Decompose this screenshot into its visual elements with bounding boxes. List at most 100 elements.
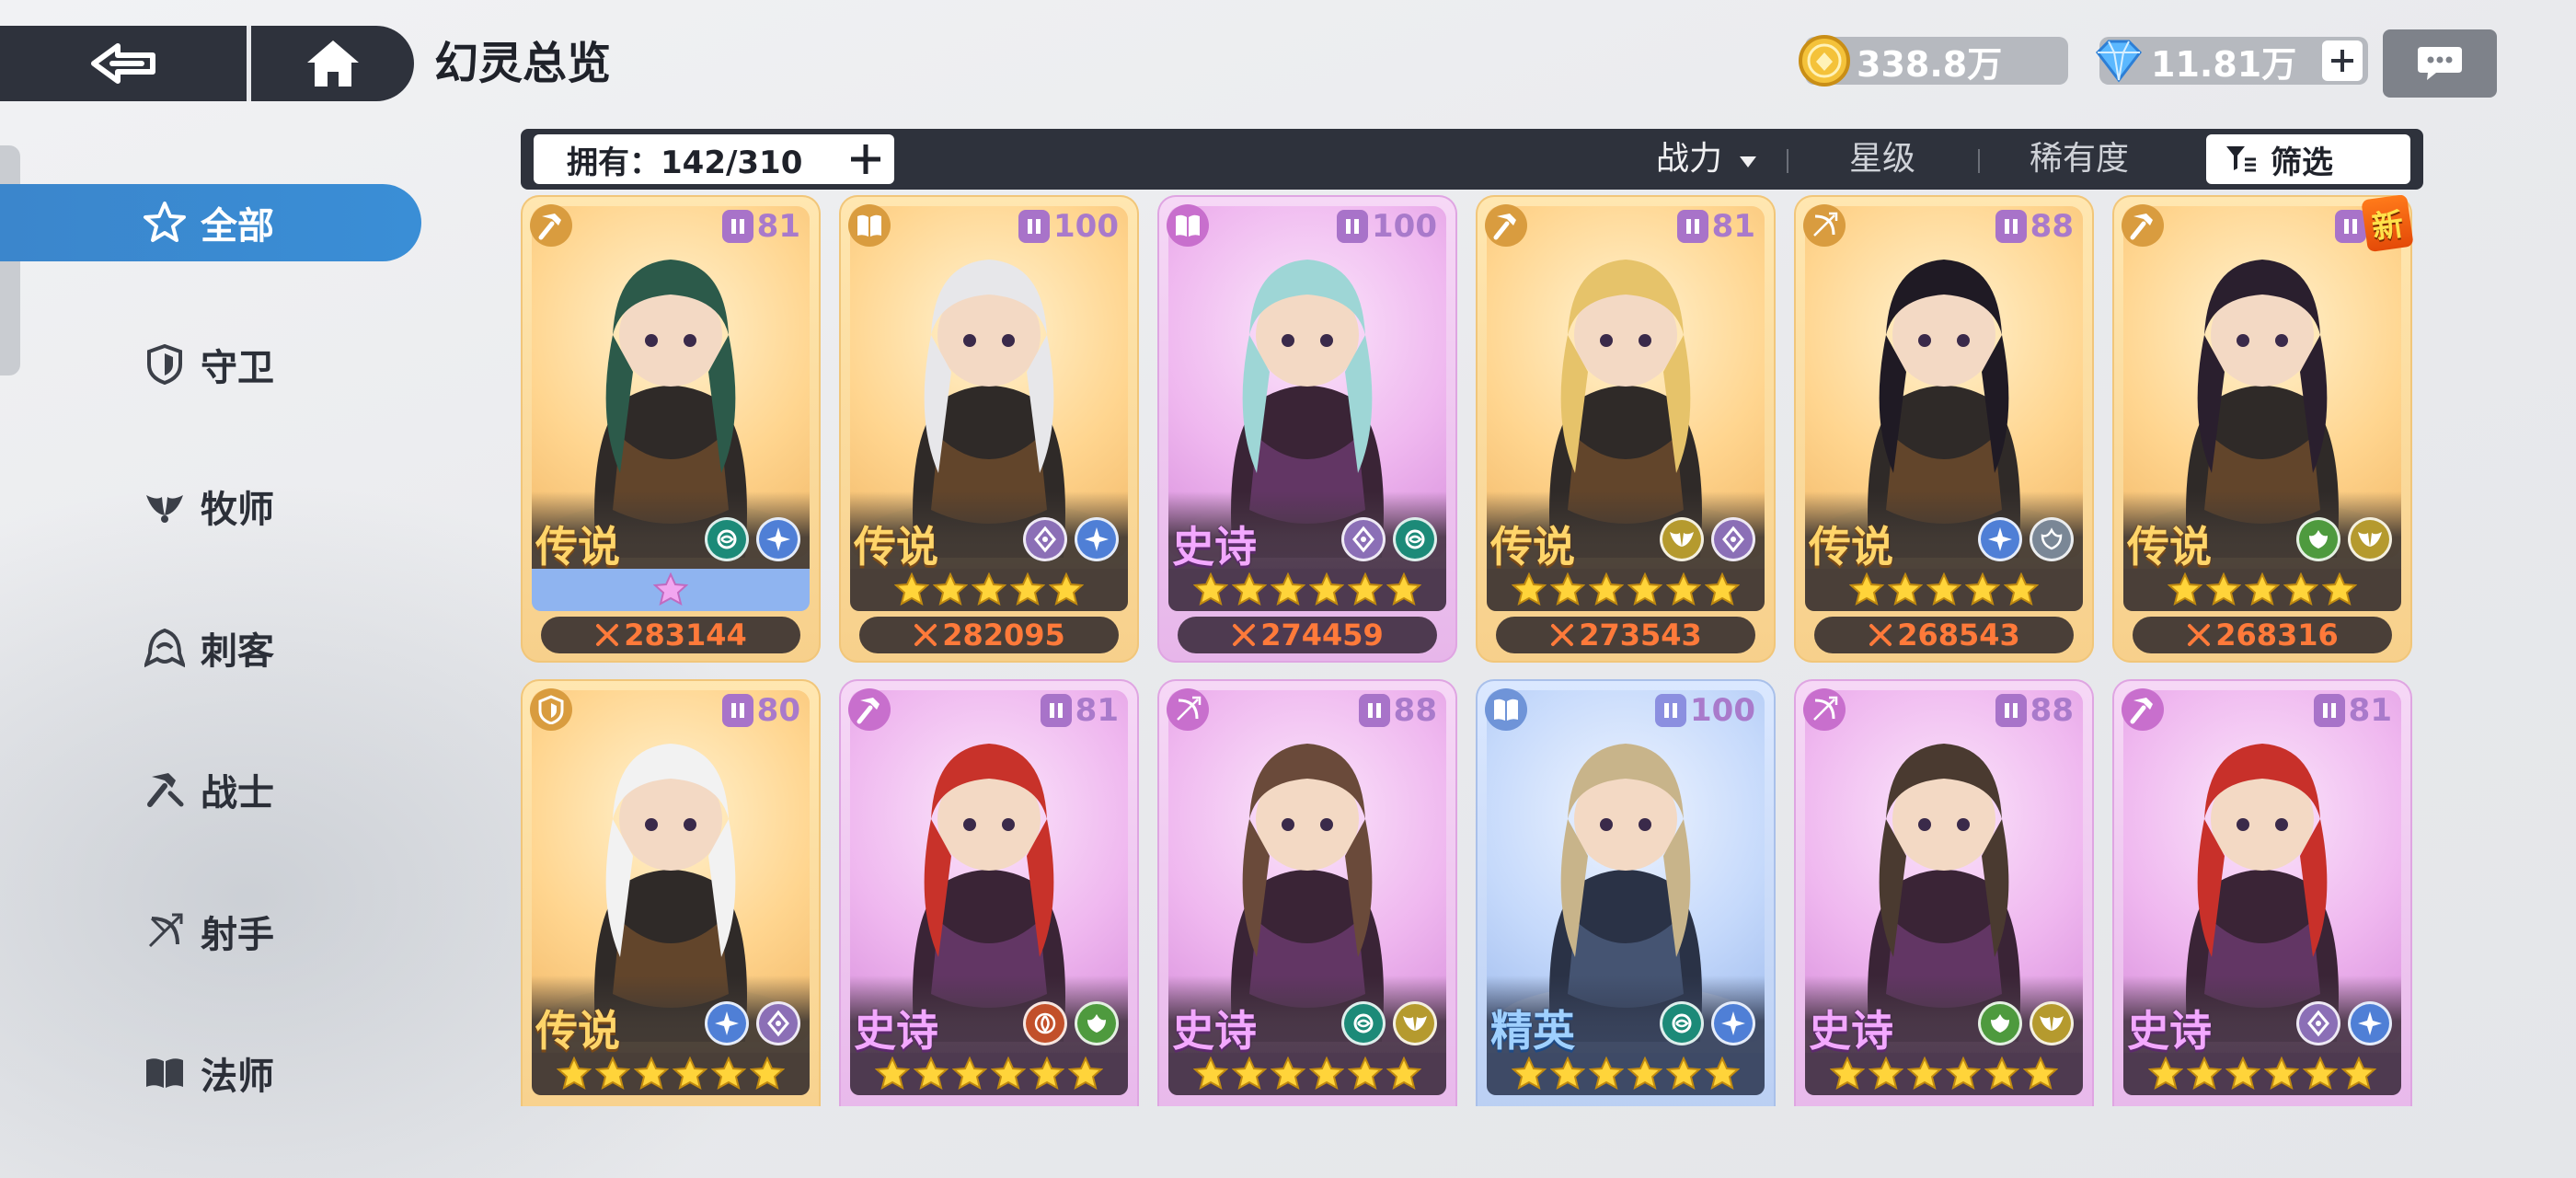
sidebar-item-label: 全部: [201, 205, 274, 248]
hero-card[interactable]: 88 史诗: [1157, 679, 1457, 1106]
hero-card[interactable]: 88 史诗: [1794, 679, 2094, 1106]
star-icon: [1627, 1057, 1662, 1090]
level-number: 81: [2348, 692, 2392, 729]
level-number: 100: [1690, 692, 1755, 729]
combat-power: 273543: [1496, 617, 1755, 653]
wings-icon: [142, 483, 188, 529]
hero-card[interactable]: 88 传说 268543: [1794, 195, 2094, 663]
filter-bar: 拥有：142/310 战力 星级 稀有度 筛选: [521, 129, 2423, 190]
rarity-label: 传说: [535, 522, 620, 572]
back-button[interactable]: [0, 26, 247, 101]
chat-button[interactable]: [2383, 29, 2497, 98]
gold-amount: 338.8万: [1857, 43, 2003, 85]
star-icon: [952, 1057, 987, 1090]
rarity-label: 传说: [1809, 522, 1893, 572]
add-gems-button[interactable]: [2322, 40, 2363, 81]
star-rating: [532, 1053, 810, 1095]
filter-button[interactable]: 筛选: [2206, 134, 2410, 184]
star-icon: [1049, 572, 1084, 606]
star-icon: [1193, 572, 1228, 606]
star-icon: [1965, 572, 2000, 606]
frost-icon: [1711, 1001, 1755, 1045]
gold-currency[interactable]: 338.8万: [1799, 35, 2068, 87]
level-number: 80: [756, 692, 800, 729]
wings-element-icon: [2030, 1001, 2074, 1045]
star-icon: [2341, 1057, 2376, 1090]
star-icon: [2004, 572, 2039, 606]
crossed-swords-icon: [1869, 624, 1892, 646]
star-icon: [1830, 1057, 1865, 1090]
void-icon: [2296, 1001, 2340, 1045]
chat-bubble-icon: [2418, 47, 2462, 80]
star-icon: [653, 572, 688, 606]
star-icon: [1010, 572, 1045, 606]
hero-card[interactable]: 100 史诗 274459: [1157, 195, 1457, 663]
star-swirl-icon: [142, 200, 188, 246]
star-icon: [1984, 1057, 2019, 1090]
star-icon: [972, 572, 1006, 606]
sidebar-item-all[interactable]: 全部: [0, 184, 421, 261]
hero-card[interactable]: 81 史诗: [839, 679, 1139, 1106]
sidebar-item-warrior[interactable]: 战士: [0, 751, 421, 828]
sidebar-item-mage[interactable]: 法师: [0, 1034, 421, 1112]
hero-level: 81: [2313, 690, 2392, 731]
level-pause-icon: [1995, 210, 2027, 243]
hero-card[interactable]: 81 传说 273543: [1476, 195, 1776, 663]
hood-icon: [142, 625, 188, 671]
sort-by-rarity[interactable]: 稀有度: [2030, 129, 2129, 190]
star-icon: [634, 1057, 669, 1090]
crossed-swords-icon: [2188, 624, 2211, 646]
hero-level: 81: [1040, 690, 1119, 731]
sort-divider: [1787, 149, 1788, 173]
star-icon: [2023, 1057, 2058, 1090]
home-button[interactable]: [251, 26, 414, 101]
level-pause-icon: [1655, 694, 1687, 727]
star-icon: [1589, 1057, 1624, 1090]
gem-currency[interactable]: 11.81万: [2096, 37, 2368, 85]
star-icon: [2264, 1057, 2299, 1090]
hero-card[interactable]: 100 精英: [1476, 679, 1776, 1106]
star-icon: [1627, 572, 1662, 606]
sidebar-item-archer[interactable]: 射手: [0, 893, 421, 970]
star-icon: [1849, 572, 1884, 606]
star-icon: [1512, 1057, 1547, 1090]
rarity-label: 史诗: [2127, 1006, 2212, 1056]
owned-count-box[interactable]: 拥有：142/310: [534, 134, 894, 184]
rarity-label: 传说: [854, 522, 938, 572]
sidebar-item-priest[interactable]: 牧师: [0, 468, 421, 545]
level-pause-icon: [1337, 210, 1369, 243]
sidebar-item-guardian[interactable]: 守卫: [0, 326, 421, 403]
star-rating: [1805, 569, 2083, 611]
combat-power: 282095: [859, 617, 1119, 653]
sidebar-item-assassin[interactable]: 刺客: [0, 609, 421, 687]
star-icon: [1068, 1057, 1103, 1090]
void-icon: [1341, 517, 1386, 561]
star-icon: [1309, 572, 1344, 606]
hero-card[interactable]: 100 传说 282095: [839, 195, 1139, 663]
hero-level: 100: [1018, 206, 1119, 247]
hero-card[interactable]: 80 传说: [521, 679, 821, 1106]
hero-card[interactable]: 81 传说 283144: [521, 195, 821, 663]
star-icon: [2245, 572, 2280, 606]
hero-level: 80: [721, 690, 800, 731]
shield-icon: [142, 341, 188, 387]
gem-amount: 11.81万: [2151, 43, 2297, 85]
sidebar-item-label: 刺客: [201, 630, 274, 673]
element-icons: [1660, 1001, 1755, 1045]
expand-capacity-button[interactable]: [845, 138, 887, 180]
level-number: 81: [1075, 692, 1119, 729]
sort-by-star[interactable]: 星级: [1849, 129, 1915, 190]
combat-power: 274459: [1178, 617, 1437, 653]
hero-card[interactable]: 8 新传说 268316: [2112, 195, 2414, 663]
gold-coin-icon: [1799, 35, 1850, 87]
hero-card[interactable]: 81 史诗: [2112, 679, 2412, 1106]
hero-level: 88: [1995, 206, 2074, 247]
rarity-label: 传说: [1490, 522, 1575, 572]
lotus-icon: [2030, 517, 2074, 561]
star-icon: [1232, 1057, 1267, 1090]
star-icon: [1348, 572, 1383, 606]
sort-by-power[interactable]: 战力: [1656, 129, 1758, 190]
star-icon: [1907, 1057, 1942, 1090]
star-icon: [595, 1057, 630, 1090]
star-rating: [1168, 569, 1446, 611]
